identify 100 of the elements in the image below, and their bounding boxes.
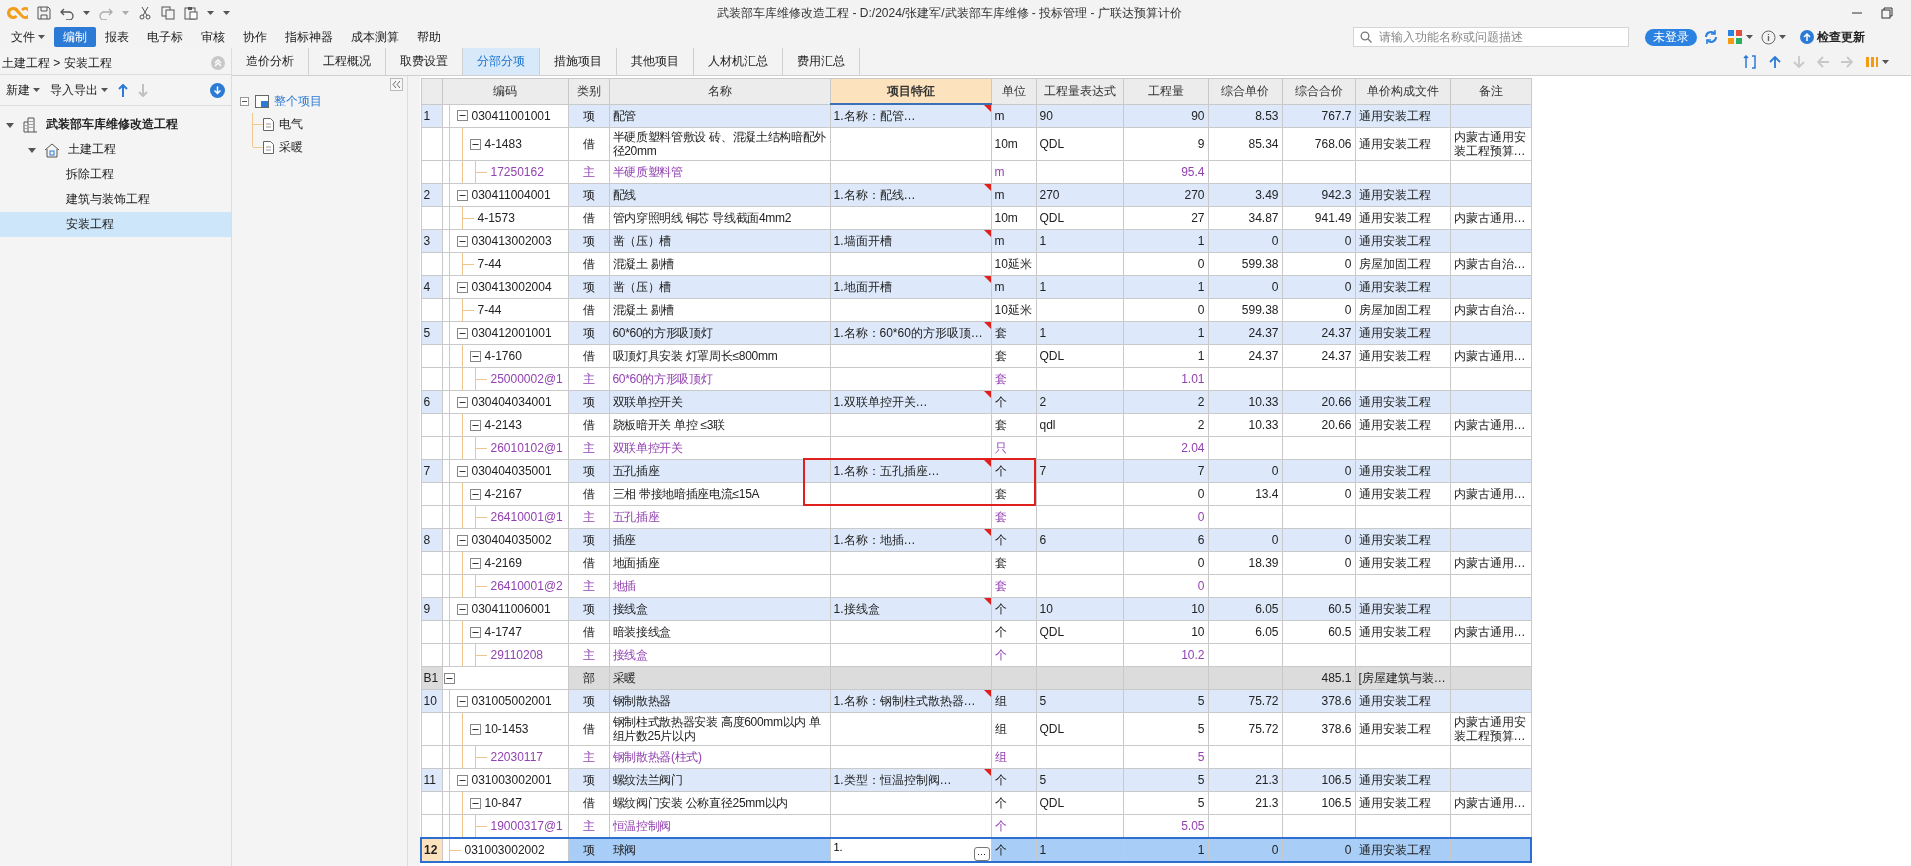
column-header[interactable]: 单价构成文件: [1355, 78, 1450, 104]
info-icon[interactable]: [1761, 29, 1776, 45]
table-row[interactable]: 6 030404034001 项 双联单控开关 1.双联单控开关… 个 2 2 10.33 20.66 通用安装工程: [421, 390, 1531, 414]
column-header[interactable]: 备注: [1450, 78, 1531, 104]
minus-box-icon[interactable]: [469, 419, 481, 431]
menu-item[interactable]: 帮助: [408, 27, 450, 47]
minus-box-icon[interactable]: [469, 488, 481, 500]
table-row[interactable]: 9 030411006001 项 接线盒 1.接线盒 个 10 10 6.05 60.5 通用安装工程: [421, 597, 1531, 621]
expanded-triangle-icon[interactable]: [28, 145, 36, 154]
undo-icon[interactable]: [60, 6, 74, 20]
table-row[interactable]: 5 030412001001 项 60*60的方形吸顶灯 1.名称：60*60的方形吸顶… 套 1 1 24.37 24.37 通用安装工程: [421, 321, 1531, 345]
tab[interactable]: 分部分项: [463, 48, 540, 75]
apps-grid-icon[interactable]: [1727, 29, 1743, 45]
menu-item[interactable]: 文件: [2, 27, 54, 47]
table-row[interactable]: 2 030411004001 项 配线 1.名称：配线… m 270 270 3.49 942.3 通用安装工程: [421, 183, 1531, 207]
up-arrow-icon[interactable]: [118, 83, 128, 97]
menu-item[interactable]: 成本测算: [342, 27, 408, 47]
table-row[interactable]: 4-1747 借 暗装接线盒 个 QDL 10 6.05 60.5 通用安装工程 内蒙古通用…: [421, 620, 1531, 644]
table-row[interactable]: 4-1760 借 吸顶灯具安装 灯罩周长≤800mm 套 QDL 1 24.37 24.37 通用安装工程 内蒙古通用…: [421, 344, 1531, 368]
table-row[interactable]: 17250162 主 半硬质塑料管 m 95.4: [421, 160, 1531, 184]
column-header[interactable]: 类别: [568, 78, 609, 104]
menu-item[interactable]: 指标神器: [276, 27, 342, 47]
tree-item[interactable]: 拆除工程: [0, 162, 231, 187]
table-row[interactable]: 10 031005002001 项 钢制散热器 1.名称：钢制柱式散热器… 组 5 5 75.72 378.6 通用安装工程: [421, 689, 1531, 713]
table-row[interactable]: 26410001@2 主 地插 套 0: [421, 574, 1531, 598]
column-header[interactable]: 名称: [609, 78, 830, 104]
login-button[interactable]: 未登录: [1645, 28, 1697, 46]
paste-icon[interactable]: [184, 6, 198, 20]
tree-item[interactable]: 土建工程: [0, 137, 231, 162]
table-row[interactable]: 22030117 主 钢制散热器(柱式) 组 5: [421, 745, 1531, 769]
toolbar-button[interactable]: 新建: [6, 81, 40, 99]
minus-box-icon[interactable]: [240, 97, 249, 106]
table-row[interactable]: 10-1453 借 钢制柱式散热器安装 高度600mm以内 单组片数25片以内 组 QDL 5 75.72 378.6 通用安装工程 内蒙古通用安装工程预算…: [421, 712, 1531, 746]
tree-item[interactable]: 建筑与装饰工程: [0, 187, 231, 212]
table-row[interactable]: 29110208 主 接线盒 个 10.2: [421, 643, 1531, 667]
menu-item[interactable]: 协作: [234, 27, 276, 47]
table-row[interactable]: 8 030404035002 项 插座 1.名称：地插… 个 6 6 0 0 通用安装工程: [421, 528, 1531, 552]
table-row[interactable]: 4-2169 借 地面插座 套 0 18.39 0 通用安装工程 内蒙古通用…: [421, 551, 1531, 575]
search-field[interactable]: 请输入功能名称或问题描述: [1353, 27, 1629, 47]
column-header[interactable]: 综合单价: [1208, 78, 1282, 104]
collapse-panel-button[interactable]: [390, 78, 403, 91]
restore-icon[interactable]: [1881, 7, 1893, 19]
copy-icon[interactable]: [161, 6, 175, 20]
column-header[interactable]: 综合合价: [1282, 78, 1355, 104]
minus-box-icon[interactable]: [456, 465, 468, 477]
save-icon[interactable]: [37, 6, 51, 20]
minus-box-icon[interactable]: [456, 235, 468, 247]
minus-box-icon[interactable]: [469, 723, 481, 735]
minus-box-icon[interactable]: [456, 603, 468, 615]
table-row[interactable]: 7-44 借 混凝土 剔槽 10延米 0 599.38 0 房屋加固工程 内蒙古自治…: [421, 298, 1531, 322]
table-row[interactable]: 7-44 借 混凝土 剔槽 10延米 0 599.38 0 房屋加固工程 内蒙古自治…: [421, 252, 1531, 276]
menu-item[interactable]: 编制: [54, 27, 96, 47]
outline-item[interactable]: 电气: [263, 116, 303, 133]
table-row[interactable]: 4-1483 借 半硬质塑料管敷设 砖、混凝土结构暗配外径20mm 10m QDL 9 85.34 768.06 通用安装工程 内蒙古通用安装工程预算…: [421, 127, 1531, 161]
minus-box-icon[interactable]: [456, 534, 468, 546]
table-row[interactable]: 7 030404035001 项 五孔插座 1.名称：五孔插座… 个 7 7 0 0 通用安装工程: [421, 459, 1531, 483]
minus-box-icon[interactable]: [469, 138, 481, 150]
menu-item[interactable]: 审核: [192, 27, 234, 47]
table-row[interactable]: 4-2143 借 跷板暗开关 单控 ≤3联 套 qdl 2 10.33 20.66 通用安装工程 内蒙古通用…: [421, 413, 1531, 437]
column-header[interactable]: 工程量: [1123, 78, 1208, 104]
table-row[interactable]: 11 031003002001 项 螺纹法兰阀门 1.类型：恒温控制阀… 个 5 5 21.3 106.5 通用安装工程: [421, 768, 1531, 792]
table-row[interactable]: 10-847 借 螺纹阀门安装 公称直径25mm以内 个 QDL 5 21.3 106.5 通用安装工程 内蒙古通用…: [421, 791, 1531, 815]
minus-box-icon[interactable]: [456, 189, 468, 201]
up-arrow-icon[interactable]: [1769, 55, 1781, 68]
table-row[interactable]: 4-2167 借 三相 带接地暗插座电流≤15A 套 0 13.4 0 通用安装工程 内蒙古通用…: [421, 482, 1531, 506]
table-row[interactable]: 12 031003002002 项 球阀 1. ··· 个 1 1 0 0 通用安装工程: [421, 838, 1531, 862]
expanded-triangle-icon[interactable]: [6, 120, 14, 129]
minus-box-icon[interactable]: [456, 774, 468, 786]
table-row[interactable]: 4-1573 借 管内穿照明线 铜芯 导线截面4mm2 10m QDL 27 34.87 941.49 通用安装工程 内蒙古通用…: [421, 206, 1531, 230]
menu-item[interactable]: 报表: [96, 27, 138, 47]
table-row[interactable]: 1 030411001001 项 配管 1.名称：配管… m 90 90 8.53 767.7 通用安装工程: [421, 104, 1531, 128]
column-header[interactable]: 编码: [442, 78, 568, 104]
outline-item[interactable]: 采暖: [263, 139, 303, 156]
table-row[interactable]: 26010102@1 主 双联单控开关 只 2.04: [421, 436, 1531, 460]
tree-item[interactable]: 武装部车库维修改造工程: [0, 112, 231, 137]
check-update-button[interactable]: 检查更新: [1794, 27, 1871, 47]
feature-field[interactable]: 1. ···: [831, 840, 990, 860]
outline-item[interactable]: 整个项目: [255, 93, 322, 110]
table-row[interactable]: 25000002@1 主 60*60的方形吸顶灯 套 1.01: [421, 367, 1531, 391]
search-input[interactable]: 请输入功能名称或问题描述: [1377, 29, 1622, 45]
tree-item[interactable]: 安装工程: [0, 212, 231, 237]
download-circle-icon[interactable]: [210, 82, 225, 98]
menu-item[interactable]: 电子标: [138, 27, 192, 47]
minus-box-icon[interactable]: [456, 281, 468, 293]
minus-box-icon[interactable]: [469, 557, 481, 569]
column-header[interactable]: 工程量表达式: [1036, 78, 1123, 104]
minus-box-icon[interactable]: [469, 350, 481, 362]
minus-box-icon[interactable]: [469, 797, 481, 809]
column-header[interactable]: 单位: [991, 78, 1036, 104]
toolbar-button[interactable]: 导入导出: [50, 81, 108, 99]
minus-box-icon[interactable]: [456, 110, 468, 122]
table-row[interactable]: 4 030413002004 项 凿（压）槽 1.地面开槽 m 1 1 0 0 通用安装工程: [421, 275, 1531, 299]
table-row[interactable]: B1 部 采暖 485.1 [房屋建筑与装…: [421, 666, 1531, 690]
minus-box-icon[interactable]: [456, 695, 468, 707]
refresh-icon[interactable]: [1703, 29, 1719, 45]
sort-icon[interactable]: [1743, 54, 1757, 69]
minus-box-icon[interactable]: [443, 672, 455, 684]
table-row[interactable]: 3 030413002003 项 凿（压）槽 1.墙面开槽 m 1 1 0 0 通用安装工程: [421, 229, 1531, 253]
minus-box-icon[interactable]: [456, 327, 468, 339]
table-row[interactable]: 26410001@1 主 五孔插座 套 0: [421, 505, 1531, 529]
